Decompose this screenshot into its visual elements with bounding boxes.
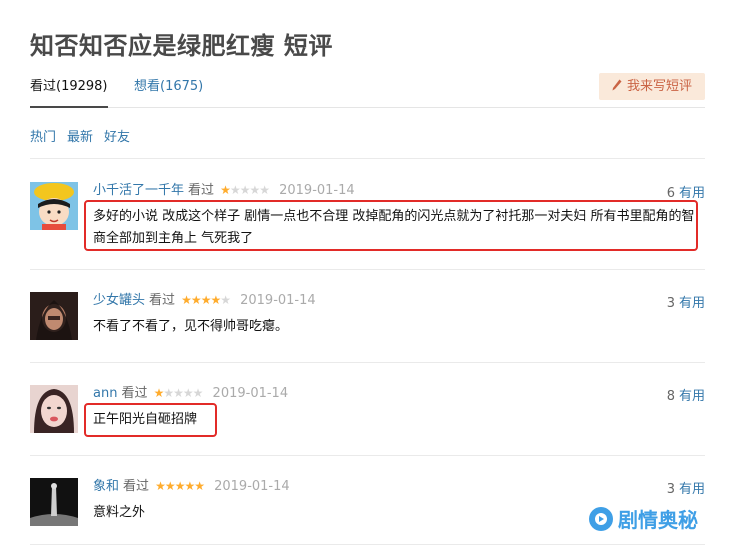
useful-count: 8	[666, 389, 675, 404]
divider	[30, 455, 705, 456]
avatar[interactable]	[30, 182, 78, 230]
write-review-button[interactable]: 我来写短评	[599, 73, 705, 100]
useful-label: 有用	[678, 482, 705, 497]
comment-meta: 少女罐头 看过 ★★★★★ 2019-01-14	[93, 292, 316, 309]
watermark-logo-icon	[588, 506, 614, 532]
rating-stars: ★★★★★	[220, 183, 270, 197]
avatar[interactable]	[30, 478, 78, 526]
sort-latest[interactable]: 最新	[67, 130, 93, 145]
divider	[30, 544, 705, 545]
useful-vote[interactable]: 6 有用	[667, 182, 705, 201]
useful-count: 3	[666, 296, 675, 311]
useful-count: 6	[666, 186, 675, 201]
watermark: 剧情奥秘	[588, 504, 698, 533]
avatar[interactable]	[30, 292, 78, 340]
useful-label: 有用	[678, 186, 705, 201]
comment-date: 2019-01-14	[212, 386, 289, 401]
comment-date: 2019-01-14	[214, 479, 290, 494]
comment-meta: 小千活了一千年 看过 ★★★★★ 2019-01-14	[93, 182, 355, 199]
rating-stars: ★★★★★	[155, 479, 205, 493]
useful-count: 3	[666, 482, 675, 497]
useful-vote[interactable]: 8 有用	[667, 385, 705, 404]
useful-label: 有用	[678, 389, 705, 404]
highlight-box	[84, 403, 217, 437]
comment-status: 看过	[123, 479, 150, 494]
write-review-label: 我来写短评	[626, 79, 692, 94]
comment-status: 看过	[149, 293, 176, 308]
page-title: 知否知否应是绿肥红瘦 短评	[30, 32, 333, 60]
useful-vote[interactable]: 3 有用	[667, 478, 705, 497]
divider	[30, 362, 705, 363]
comment-user[interactable]: ann	[93, 386, 117, 401]
highlight-box	[84, 200, 698, 251]
useful-vote[interactable]: 3 有用	[667, 292, 705, 311]
comment-meta: 象和 看过 ★★★★★ 2019-01-14	[93, 478, 290, 495]
rating-stars: ★★★★★	[153, 386, 204, 400]
comment-date: 2019-01-14	[279, 183, 355, 198]
avatar[interactable]	[30, 385, 78, 433]
pencil-icon	[612, 74, 622, 91]
comment-user[interactable]: 少女罐头	[93, 293, 145, 308]
comment-date: 2019-01-14	[240, 293, 316, 308]
tab-wish[interactable]: 想看(1675)	[134, 78, 203, 96]
comment-meta: ann 看过 ★★★★★ 2019-01-14	[93, 385, 288, 402]
sort-friends[interactable]: 好友	[104, 130, 130, 145]
comment-user[interactable]: 小千活了一千年	[93, 183, 184, 198]
sort-hot[interactable]: 热门	[30, 130, 56, 145]
useful-label: 有用	[678, 296, 705, 311]
comment-user[interactable]: 象和	[93, 479, 119, 494]
comment-status: 看过	[121, 386, 148, 401]
watermark-text: 剧情奥秘	[618, 508, 698, 532]
comment-text: 不看了不看了，见不得帅哥吃瘪。	[93, 319, 289, 334]
sort-options: 热门 最新 好友	[30, 126, 141, 145]
comment-status: 看过	[188, 183, 215, 198]
divider	[30, 158, 705, 159]
divider	[30, 269, 705, 270]
rating-stars: ★★★★★	[181, 293, 231, 307]
tab-watched[interactable]: 看过(19298)	[30, 78, 108, 108]
